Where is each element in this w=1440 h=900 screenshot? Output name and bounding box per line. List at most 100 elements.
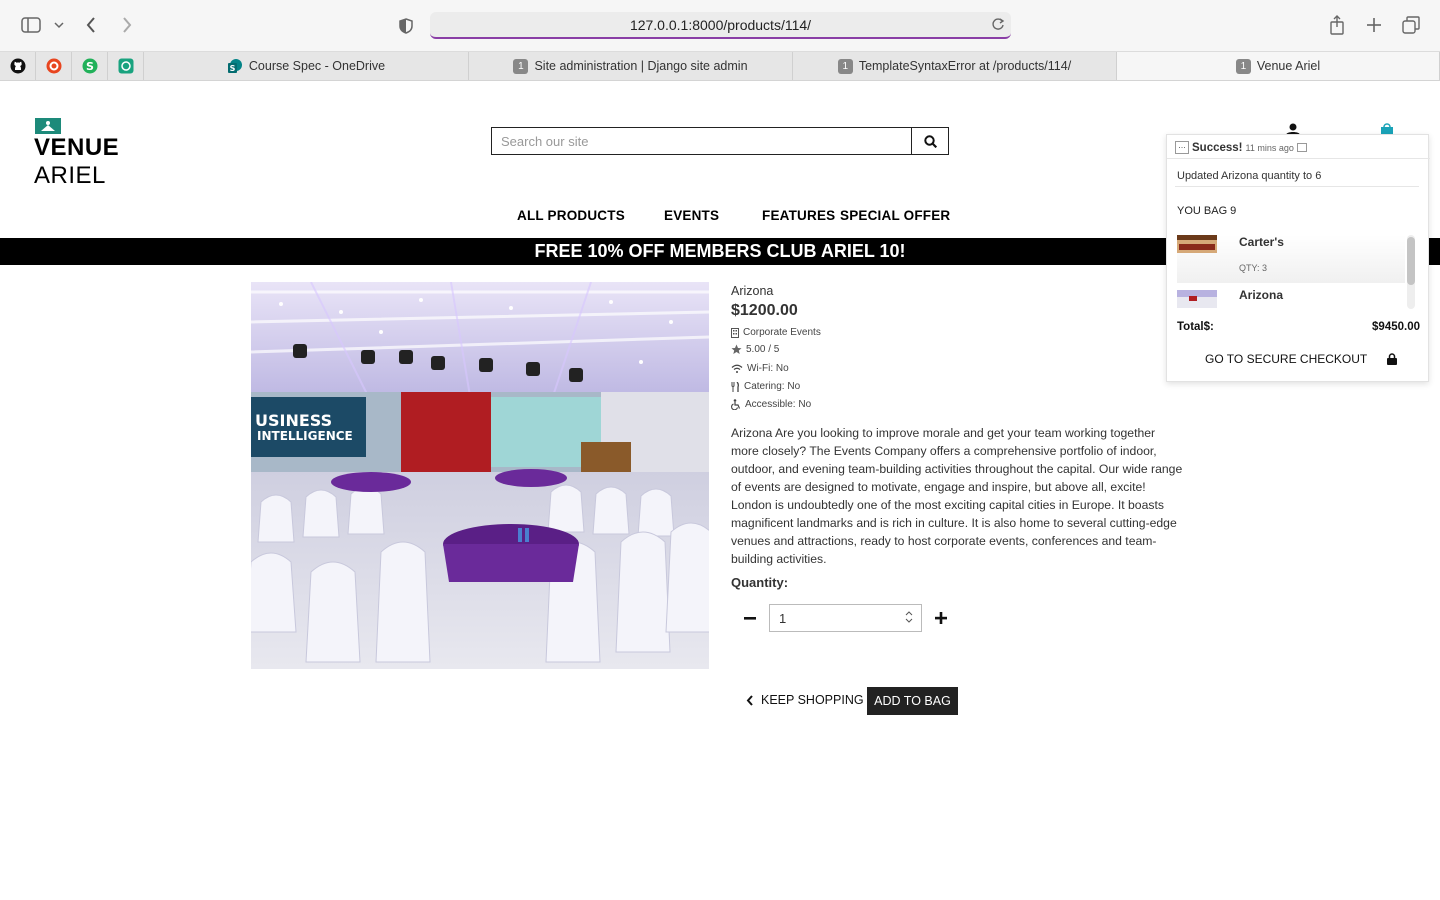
toast-time: 11 mins ago	[1245, 142, 1294, 153]
accessible-label: Accessible: No	[745, 399, 812, 410]
svg-text:USINESS: USINESS	[255, 411, 332, 430]
product-description: Arizona Are you looking to improve moral…	[731, 426, 1183, 566]
logo-text-ariel[interactable]: ARIEL	[34, 162, 106, 190]
wheelchair-icon	[731, 399, 741, 410]
minus-icon	[744, 617, 756, 620]
item-thumbnail	[1177, 235, 1217, 253]
bag-item[interactable]: Arizona	[1177, 288, 1405, 310]
total-label: Total$:	[1177, 321, 1214, 333]
svg-text:S: S	[86, 60, 94, 73]
quantity-label: Quantity:	[731, 575, 789, 590]
product-price: $1200.00	[731, 302, 798, 319]
nav-special-offer[interactable]: SPECIAL OFFER	[840, 208, 950, 223]
toast-icon: …	[1175, 141, 1189, 154]
tab-onedrive[interactable]: S Course Spec - OneDrive	[144, 52, 469, 80]
tab-label: Venue Ariel	[1256, 59, 1321, 73]
pinned-tab-orange[interactable]	[36, 52, 72, 80]
url-text: 127.0.0.1:8000/products/114/	[629, 16, 812, 33]
tab-template-error[interactable]: 1 TemplateSyntaxError at /products/114/	[793, 52, 1117, 80]
chevron-down-icon[interactable]	[52, 18, 66, 32]
catering-label: Catering: No	[744, 381, 801, 392]
close-icon[interactable]	[1296, 143, 1307, 152]
toast-title: Success!	[1192, 141, 1243, 154]
divider	[1175, 186, 1419, 187]
chevron-left-icon	[746, 694, 753, 706]
tab-label: TemplateSyntaxError at /products/114/	[858, 59, 1072, 73]
product-catering: Catering: No	[731, 381, 800, 392]
pinned-tab-green-s[interactable]: S	[72, 52, 108, 80]
back-icon[interactable]	[82, 15, 100, 35]
product-wifi: Wi-Fi: No	[731, 363, 789, 374]
star-icon	[731, 344, 742, 354]
tab-badge: 1	[837, 58, 853, 74]
wifi-icon	[731, 364, 743, 373]
success-toast: … Success! 11 mins ago Updated Arizona q…	[1166, 134, 1430, 382]
circle-logo-icon	[46, 58, 61, 74]
plus-icon	[935, 612, 947, 624]
tab-venue-ariel[interactable]: 1 Venue Ariel	[1117, 52, 1440, 80]
pinned-tab-chatgpt[interactable]	[108, 52, 144, 80]
utensils-icon	[731, 381, 739, 392]
bag-count: YOU BAG 9	[1177, 205, 1237, 217]
new-tab-icon[interactable]	[1364, 15, 1384, 35]
quantity-input[interactable]: 1	[769, 604, 922, 632]
product-accessible: Accessible: No	[731, 399, 811, 410]
search-icon	[923, 134, 937, 148]
keep-shopping-label: KEEP SHOPPING	[761, 693, 864, 707]
item-name: Carter's	[1239, 235, 1284, 249]
address-bar[interactable]: 127.0.0.1:8000/products/114/	[430, 12, 1011, 39]
pinned-tab-github[interactable]	[0, 52, 36, 80]
svg-text:S: S	[230, 64, 236, 73]
chatgpt-icon	[118, 58, 133, 74]
secure-checkout-button[interactable]: GO TO SECURE CHECKOUT	[1205, 352, 1398, 366]
toast-message: Updated Arizona quantity to 6	[1177, 170, 1322, 182]
github-icon	[10, 58, 25, 74]
item-thumbnail	[1177, 290, 1217, 308]
item-name: Arizona	[1239, 288, 1284, 302]
tab-badge: 1	[513, 58, 529, 74]
sharepoint-icon: S	[227, 59, 242, 73]
reload-icon[interactable]	[991, 17, 1005, 34]
tab-label: Site administration | Django site admin	[534, 59, 748, 73]
nav-all-products[interactable]: ALL PRODUCTS	[517, 208, 625, 223]
sidebar-toggle-icon[interactable]	[20, 16, 42, 34]
tab-bar: S S Course Spec - OneDrive 1 Site admini…	[0, 52, 1440, 81]
tab-badge: 1	[1235, 58, 1251, 74]
site-search	[491, 127, 949, 155]
tab-overview-icon[interactable]	[1401, 15, 1421, 35]
product-name: Arizona	[731, 284, 774, 298]
keep-shopping-button[interactable]: KEEP SHOPPING	[746, 693, 864, 707]
spinner-arrows-icon[interactable]	[905, 610, 913, 627]
wifi-label: Wi-Fi: No	[747, 363, 789, 374]
checkout-label: GO TO SECURE CHECKOUT	[1205, 352, 1368, 366]
forward-icon[interactable]	[118, 15, 136, 35]
nav-features[interactable]: FEATURES	[762, 208, 835, 223]
tab-label: Course Spec - OneDrive	[248, 59, 386, 73]
s-logo-icon: S	[82, 58, 97, 74]
decrement-button[interactable]	[740, 608, 760, 628]
bag-scrollbar[interactable]	[1407, 235, 1415, 309]
divider	[1167, 158, 1430, 159]
add-to-bag-button[interactable]: ADD TO BAG	[867, 687, 958, 715]
share-icon[interactable]	[1328, 14, 1346, 36]
search-input[interactable]	[492, 128, 911, 154]
product-rating: 5.00 / 5	[731, 344, 779, 355]
tab-django-admin[interactable]: 1 Site administration | Django site admi…	[469, 52, 793, 80]
logo-text-venue[interactable]: VENUE	[34, 134, 119, 162]
total-value: $9450.00	[1372, 321, 1420, 333]
category-label: Corporate Events	[743, 327, 821, 338]
nav-events[interactable]: EVENTS	[664, 208, 719, 223]
logo-mark-icon[interactable]	[35, 118, 61, 134]
increment-button[interactable]	[931, 608, 951, 628]
privacy-shield-icon[interactable]	[397, 16, 415, 36]
toast-header: … Success! 11 mins ago	[1175, 141, 1307, 154]
product-category[interactable]: Corporate Events	[731, 327, 821, 338]
quantity-value: 1	[779, 610, 787, 626]
building-icon	[731, 327, 739, 338]
rating-label: 5.00 / 5	[746, 344, 780, 355]
item-qty: QTY: 3	[1239, 263, 1268, 273]
bag-item[interactable]: Carter's QTY: 3	[1177, 235, 1405, 283]
svg-text:INTELLIGENCE: INTELLIGENCE	[257, 429, 353, 443]
browser-toolbar: 127.0.0.1:8000/products/114/	[0, 0, 1440, 52]
search-button[interactable]	[911, 128, 948, 154]
